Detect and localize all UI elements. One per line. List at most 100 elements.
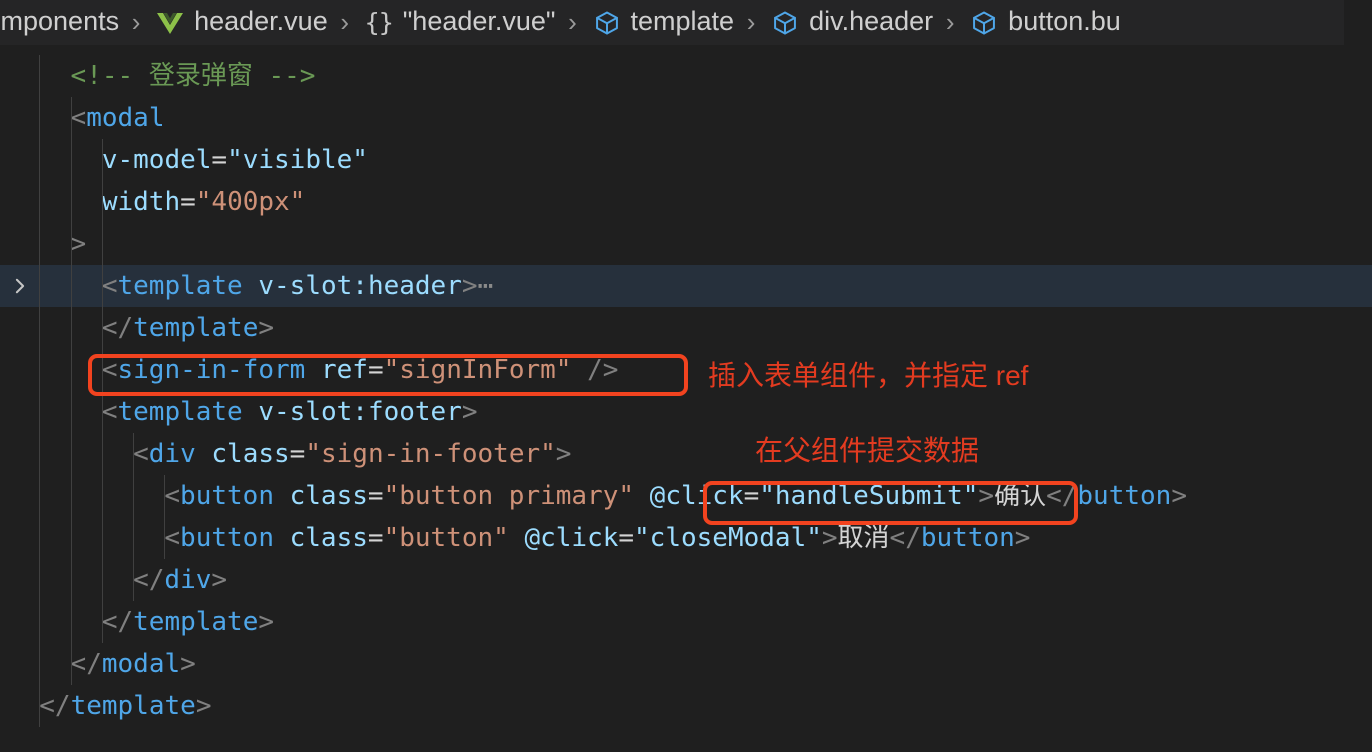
code-line[interactable]: </template> [0, 307, 1372, 349]
breadcrumb-item-label: button.bu [1008, 6, 1121, 36]
token-tag: template [133, 607, 259, 637]
braces-glyph: {} [364, 8, 394, 37]
token-attr: class [289, 523, 368, 553]
token-plain: = [180, 187, 196, 217]
token-comment: <!-- 登录弹窗 --> [70, 61, 316, 91]
indent-guide [101, 139, 103, 643]
code-line-text: > [71, 223, 87, 265]
indent-guide [133, 433, 135, 601]
code-line-text: <modal [71, 97, 165, 139]
token-punct: > [1014, 523, 1031, 553]
code-line-text: </template> [39, 685, 211, 727]
annotation-note: 在父组件提交数据 [755, 435, 980, 466]
breadcrumb-separator: › [131, 7, 141, 37]
token-punct: > [461, 271, 478, 301]
token-attr: v-model [101, 145, 212, 175]
breadcrumb-item-header-vue[interactable]: {} "header.vue" [362, 8, 556, 38]
token-punct: </ [1046, 481, 1078, 511]
code-line[interactable]: </modal> [0, 643, 1372, 685]
token-tag: div [164, 565, 212, 595]
token-tag: modal [101, 649, 181, 679]
code-line-text: <button class="button primary" @click="h… [164, 475, 1187, 517]
code-line-text: </div> [133, 559, 227, 601]
token-tag: template [70, 691, 196, 721]
breadcrumb-separator: › [746, 7, 756, 37]
code-line-text: <template v-slot:header>⋯ [102, 265, 493, 307]
token-attr: class [289, 481, 368, 511]
token-punct: </ [101, 607, 134, 637]
code-line[interactable]: <div class="sign-in-footer"> [0, 433, 1372, 475]
token-attr: "closeModal" [634, 523, 822, 553]
token-punct: > [70, 229, 87, 259]
token-plain: = [211, 145, 228, 175]
breadcrumb-separator: › [568, 7, 577, 37]
token-string: "button primary" [383, 481, 635, 511]
breadcrumb-item-components[interactable]: components [0, 8, 119, 37]
token-attr: v-slot:header [258, 271, 462, 301]
code-line[interactable]: width="400px" [0, 181, 1372, 223]
token-punct: </ [889, 523, 921, 553]
token-punct: </ [39, 691, 71, 721]
token-plain: = [743, 481, 760, 511]
token-punct: /> [587, 355, 619, 385]
breadcrumb: components › header.vue › {} "header.vue" › tem… [0, 0, 1344, 45]
breadcrumb-item-div-header[interactable]: div.header [768, 8, 933, 38]
code-line[interactable]: </template> [0, 601, 1372, 643]
token-string: "button" [383, 523, 509, 553]
code-line[interactable]: <!-- 登录弹窗 --> [0, 55, 1372, 97]
code-line[interactable]: <template v-slot:footer> [0, 391, 1372, 433]
token-tag: template [133, 313, 259, 343]
token-tag: template [117, 397, 243, 427]
token-string: "400px" [195, 187, 306, 217]
code-line[interactable]: <sign-in-form ref="signInForm" /> [0, 349, 1372, 391]
cube-icon [967, 8, 1001, 38]
token-plain: = [289, 439, 306, 469]
token-attr: width [101, 187, 181, 217]
code-content[interactable]: <!-- 登录弹窗 --> <modal v-model="visible" widt… [0, 45, 1372, 727]
vue-icon [153, 8, 187, 38]
breadcrumb-item-label: div.header [809, 6, 934, 36]
code-line-text: </template> [102, 601, 274, 643]
token-tag: button [920, 523, 1015, 553]
token-plain: 取消 [837, 523, 890, 553]
code-line-text: <div class="sign-in-footer"> [133, 433, 571, 475]
braces-icon: {} [362, 8, 396, 38]
token-punct: > [211, 565, 228, 595]
token-attr: v-slot:footer [258, 397, 462, 427]
code-editor[interactable]: <!-- 登录弹窗 --> <modal v-model="visible" widt… [0, 45, 1372, 752]
code-line[interactable]: </template> [0, 685, 1372, 727]
token-attr: ref [320, 355, 368, 385]
cube-icon [590, 8, 624, 38]
token-attr: class [211, 439, 290, 469]
breadcrumb-separator: › [945, 7, 955, 37]
code-line[interactable]: v-model="visible" [0, 139, 1372, 181]
breadcrumb-item-template[interactable]: template [590, 6, 735, 38]
code-line[interactable]: <button class="button primary" @click="h… [0, 475, 1372, 517]
token-plain: = [367, 523, 384, 553]
breadcrumb-item-label: template [630, 6, 735, 36]
token-punct: < [133, 439, 149, 469]
token-punct: < [101, 271, 118, 301]
breadcrumb-item-header-vue[interactable]: header.vue [153, 8, 328, 38]
token-punct: < [70, 103, 87, 133]
token-tag: div [148, 439, 196, 469]
code-line[interactable]: > [0, 223, 1372, 265]
code-line[interactable]: <modal [0, 97, 1372, 139]
breadcrumb-item-button-bu[interactable]: button.bu [967, 8, 1121, 38]
code-line[interactable]: </div> [0, 559, 1372, 601]
chevron-right-icon[interactable] [4, 265, 36, 307]
code-line[interactable]: <button class="button" @click="closeModa… [0, 517, 1372, 559]
token-attr: "handleSubmit" [759, 481, 979, 511]
token-punct: < [101, 397, 118, 427]
token-tag: button [1077, 481, 1172, 511]
token-plain: = [618, 523, 635, 553]
cube-icon [768, 8, 802, 38]
code-line[interactable]: <template v-slot:header>⋯ [0, 265, 1372, 307]
token-tag: template [117, 271, 243, 301]
token-tag: button [180, 523, 274, 553]
breadcrumb-separator: › [340, 7, 350, 37]
